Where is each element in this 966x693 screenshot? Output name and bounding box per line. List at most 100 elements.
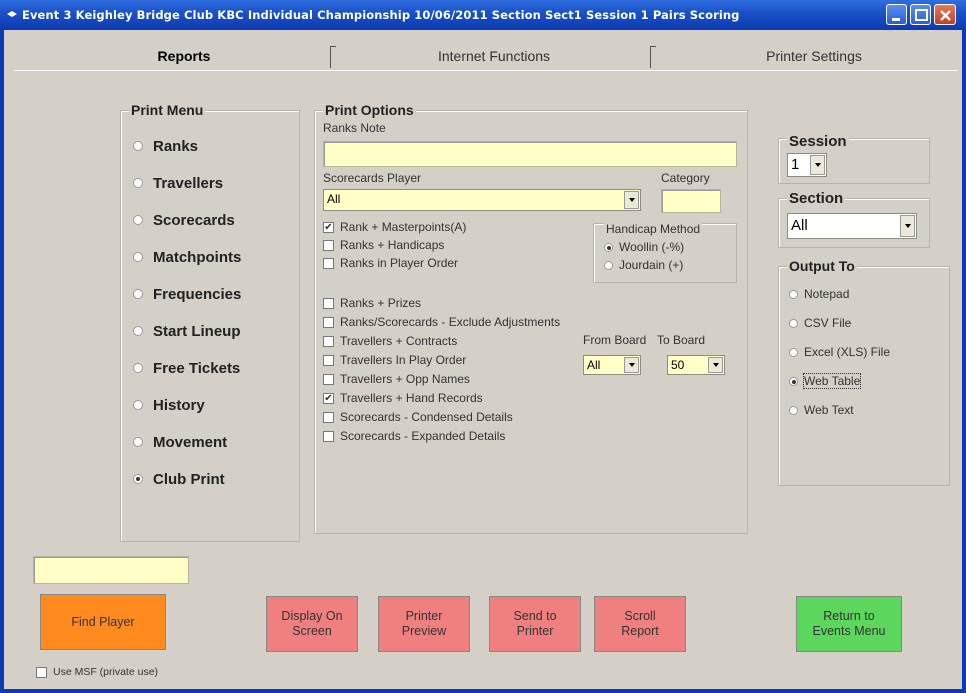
player-search-input[interactable] (33, 556, 189, 584)
print-menu-item[interactable]: Ranks (133, 135, 198, 157)
checkbox[interactable] (323, 257, 334, 269)
radio-button[interactable] (789, 289, 798, 299)
option-checkbox-row[interactable]: Travellers + Contracts (323, 333, 457, 349)
option-checkbox-row[interactable]: Travellers In Play Order (323, 352, 466, 368)
send-to-printer-button[interactable]: Send to Printer (489, 596, 581, 652)
option-checkbox-row[interactable]: Scorecards - Condensed Details (323, 409, 513, 425)
print-menu-item[interactable]: Frequencies (133, 283, 241, 305)
option-checkbox-row[interactable]: ✔ Rank + Masterpoints(A) (323, 219, 466, 235)
handicap-method-group: Handicap Method Woollin (-%) Jourdain (+) (593, 222, 737, 283)
option-checkbox-row[interactable]: Ranks in Player Order (323, 255, 458, 271)
radio-button[interactable] (133, 289, 143, 299)
print-menu-item[interactable]: History (133, 394, 205, 416)
print-menu-title: Print Menu (129, 102, 206, 118)
radio-button[interactable] (133, 326, 143, 336)
output-option[interactable]: Web Table (789, 372, 862, 390)
tab-reports[interactable]: Reports (94, 44, 274, 70)
radio-button[interactable] (133, 178, 143, 188)
handicap-option[interactable]: Woollin (-%) (604, 238, 684, 256)
checkbox[interactable] (323, 411, 334, 423)
session-select[interactable]: 1 (787, 153, 827, 177)
print-options-title: Print Options (323, 102, 416, 118)
scroll-report-button[interactable]: Scroll Report (594, 596, 686, 652)
option-checkbox-label: Ranks/Scorecards - Exclude Adjustments (340, 315, 561, 329)
checkbox[interactable] (323, 354, 334, 366)
use-msf-checkbox[interactable] (36, 666, 47, 678)
radio-button[interactable] (133, 252, 143, 262)
tab-printer-settings[interactable]: Printer Settings (674, 44, 954, 70)
find-player-button[interactable]: Find Player (40, 594, 166, 650)
checkbox[interactable]: ✔ (323, 392, 334, 404)
printer-preview-button[interactable]: Printer Preview (378, 596, 470, 652)
output-option[interactable]: Web Text (789, 401, 854, 419)
chevron-down-icon[interactable] (900, 215, 915, 237)
print-menu-item[interactable]: Movement (133, 431, 227, 453)
scorecards-player-value: All (327, 192, 341, 206)
output-option-label: Web Table (802, 373, 862, 389)
section-label: Section (787, 190, 846, 207)
radio-button[interactable] (133, 437, 143, 447)
app-icon[interactable] (6, 9, 18, 19)
checkbox[interactable] (323, 297, 334, 309)
option-checkbox-row[interactable]: ✔ Travellers + Hand Records (323, 390, 483, 406)
tab-strip: Reports Internet Functions Printer Setti… (14, 44, 958, 70)
return-to-events-button[interactable]: Return to Events Menu (796, 596, 902, 652)
use-msf-checkbox-row[interactable]: Use MSF (private use) (36, 664, 158, 680)
option-checkbox-label: Scorecards - Expanded Details (340, 429, 506, 443)
category-input[interactable] (661, 189, 721, 213)
maximize-button[interactable] (910, 4, 931, 25)
checkbox[interactable] (323, 316, 334, 328)
output-option[interactable]: CSV File (789, 314, 851, 332)
session-value: 1 (791, 156, 800, 173)
chevron-down-icon[interactable] (810, 155, 825, 175)
radio-button[interactable] (133, 400, 143, 410)
close-button[interactable] (934, 4, 956, 25)
print-menu-item[interactable]: Club Print (133, 468, 225, 490)
radio-button[interactable] (789, 405, 798, 415)
option-checkbox-row[interactable]: Ranks/Scorecards - Exclude Adjustments (323, 314, 560, 330)
checkbox[interactable] (323, 430, 334, 442)
checkbox[interactable] (323, 335, 334, 347)
ranks-note-input[interactable] (323, 141, 737, 167)
radio-button[interactable] (789, 347, 798, 357)
print-menu-item-label: Movement (153, 433, 228, 451)
radio-button[interactable] (133, 215, 143, 225)
option-checkbox-label: Ranks + Prizes (340, 296, 422, 310)
radio-button[interactable] (604, 260, 613, 270)
tab-internet-functions[interactable]: Internet Functions (344, 44, 644, 70)
display-on-screen-button[interactable]: Display On Screen (266, 596, 358, 652)
radio-button[interactable] (133, 363, 143, 373)
print-menu-item[interactable]: Travellers (133, 172, 223, 194)
checkbox[interactable]: ✔ (323, 221, 334, 233)
output-option-label: Web Text (804, 403, 854, 417)
option-checkbox-row[interactable]: Ranks + Prizes (323, 295, 421, 311)
chevron-down-icon[interactable] (624, 191, 639, 209)
scorecards-player-select[interactable]: All (323, 189, 641, 211)
print-menu-item[interactable]: Matchpoints (133, 246, 241, 268)
handicap-option[interactable]: Jourdain (+) (604, 256, 683, 274)
checkbox[interactable] (323, 239, 334, 251)
output-option[interactable]: Excel (XLS) File (789, 343, 890, 361)
radio-button[interactable] (133, 474, 143, 484)
minimize-button[interactable] (886, 4, 907, 25)
radio-button[interactable] (789, 318, 798, 328)
chevron-down-icon[interactable] (708, 357, 723, 373)
from-board-select[interactable]: All (583, 355, 641, 375)
radio-button[interactable] (133, 141, 143, 151)
output-option[interactable]: Notepad (789, 285, 849, 303)
handicap-method-title: Handicap Method (604, 222, 703, 236)
section-select[interactable]: All (787, 213, 917, 239)
handicap-option-label: Jourdain (+) (619, 258, 684, 272)
option-checkbox-row[interactable]: Scorecards - Expanded Details (323, 428, 505, 444)
radio-button[interactable] (789, 376, 798, 386)
print-menu-item[interactable]: Free Tickets (133, 357, 240, 379)
print-menu-item[interactable]: Start Lineup (133, 320, 241, 342)
chevron-down-icon[interactable] (624, 357, 639, 373)
print-menu-item[interactable]: Scorecards (133, 209, 235, 231)
checkbox[interactable] (323, 373, 334, 385)
to-board-select[interactable]: 50 (667, 355, 725, 375)
option-checkbox-row[interactable]: Travellers + Opp Names (323, 371, 470, 387)
radio-button[interactable] (604, 242, 613, 252)
print-menu-item-label: Travellers (153, 174, 224, 192)
option-checkbox-row[interactable]: Ranks + Handicaps (323, 237, 444, 253)
